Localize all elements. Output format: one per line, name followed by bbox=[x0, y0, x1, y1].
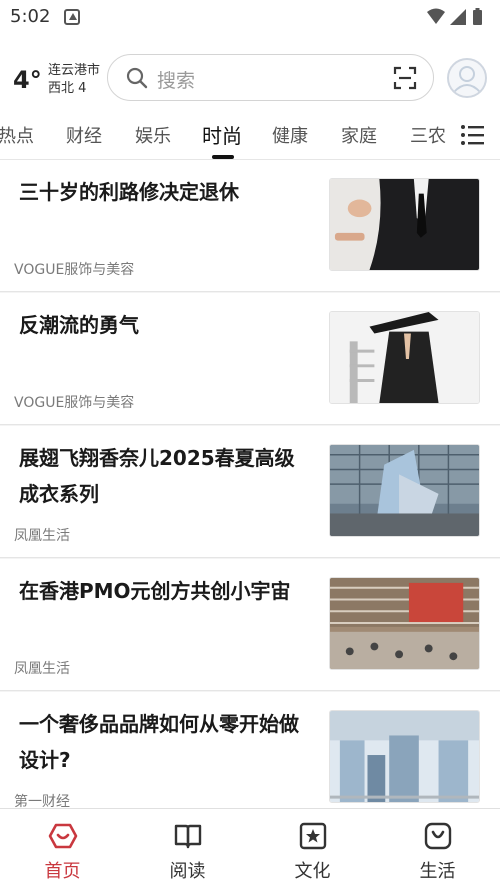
news-card[interactable]: 展翅飞翔香奈儿2025春夏高级成衣系列 凤凰生活 bbox=[0, 426, 500, 558]
signal-icon bbox=[450, 9, 466, 25]
news-title[interactable]: 三十岁的利路修决定退休 bbox=[19, 174, 309, 210]
nav-label: 生活 bbox=[419, 861, 456, 882]
weather-city[interactable]: 连云港市 bbox=[48, 62, 100, 79]
bag-icon bbox=[423, 821, 453, 851]
status-bar: 5:02 bbox=[0, 0, 500, 34]
tab-active-indicator bbox=[212, 155, 234, 159]
status-time: 5:02 bbox=[10, 6, 51, 27]
user-avatar-icon bbox=[449, 60, 485, 96]
bottom-nav: 首页 阅读 文化 生活 bbox=[0, 808, 500, 888]
book-icon bbox=[173, 821, 203, 851]
news-source: 凤凰生活 bbox=[14, 661, 70, 677]
tab-finance[interactable]: 财经 bbox=[66, 122, 102, 148]
news-title[interactable]: 在香港PMO元创方共创小宇宙 bbox=[19, 573, 309, 609]
scan-icon[interactable] bbox=[393, 66, 417, 94]
tab-hot[interactable]: 热点 bbox=[0, 122, 34, 148]
tab-health[interactable]: 健康 bbox=[272, 122, 308, 148]
search-icon bbox=[126, 67, 148, 93]
news-source: VOGUE服饰与美容 bbox=[14, 262, 135, 278]
nav-label: 首页 bbox=[44, 861, 81, 882]
news-feed[interactable]: 三十岁的利路修决定退休 VOGUE服饰与美容 反潮流的勇气 VOGUE服饰与美容 bbox=[0, 160, 500, 808]
category-tabs: 热点 财经 娱乐 时尚 健康 家庭 三农 bbox=[0, 110, 500, 160]
home-icon bbox=[48, 821, 78, 851]
nav-label: 文化 bbox=[294, 861, 331, 882]
nav-culture[interactable]: 文化 bbox=[250, 809, 375, 888]
news-thumbnail[interactable] bbox=[329, 444, 480, 537]
screen: 5:02 4° 连云港市 西北 4 搜索 热点 财经 娱乐 时尚 健康 家庭 三… bbox=[0, 0, 500, 888]
news-title[interactable]: 一个奢侈品品牌如何从零开始做设计? bbox=[19, 706, 309, 778]
status-icons bbox=[426, 7, 488, 27]
news-card[interactable]: 一个奢侈品品牌如何从零开始做设计? 第一财经 bbox=[0, 692, 500, 808]
nav-life[interactable]: 生活 bbox=[375, 809, 500, 888]
battery-icon bbox=[473, 8, 482, 25]
channel-menu-icon[interactable] bbox=[460, 124, 486, 150]
news-thumbnail[interactable] bbox=[329, 710, 480, 803]
news-thumbnail[interactable] bbox=[329, 311, 480, 404]
news-card[interactable]: 反潮流的勇气 VOGUE服饰与美容 bbox=[0, 293, 500, 425]
weather-temperature[interactable]: 4° bbox=[13, 66, 42, 94]
news-card[interactable]: 在香港PMO元创方共创小宇宙 凤凰生活 bbox=[0, 559, 500, 691]
avatar[interactable] bbox=[447, 58, 487, 98]
news-thumbnail[interactable] bbox=[329, 577, 480, 670]
search-placeholder: 搜索 bbox=[157, 70, 196, 92]
tab-entertainment[interactable]: 娱乐 bbox=[135, 122, 171, 148]
news-source: 凤凰生活 bbox=[14, 528, 70, 544]
news-title[interactable]: 展翅飞翔香奈儿2025春夏高级成衣系列 bbox=[19, 440, 309, 512]
nav-reading[interactable]: 阅读 bbox=[125, 809, 250, 888]
news-source: VOGUE服饰与美容 bbox=[14, 395, 135, 411]
news-card[interactable]: 三十岁的利路修决定退休 VOGUE服饰与美容 bbox=[0, 160, 500, 292]
tab-fashion[interactable]: 时尚 bbox=[202, 120, 242, 149]
tab-family[interactable]: 家庭 bbox=[341, 122, 377, 148]
wifi-icon bbox=[427, 8, 445, 24]
nav-home[interactable]: 首页 bbox=[0, 809, 125, 888]
nav-label: 阅读 bbox=[169, 861, 206, 882]
news-source: 第一财经 bbox=[14, 794, 70, 808]
news-thumbnail[interactable] bbox=[329, 178, 480, 271]
search-input[interactable]: 搜索 bbox=[107, 54, 434, 101]
weather-wind[interactable]: 西北 4 bbox=[48, 80, 86, 97]
top-header: 4° 连云港市 西北 4 搜索 bbox=[0, 48, 500, 106]
notification-icon bbox=[64, 9, 80, 25]
culture-icon bbox=[298, 821, 328, 851]
tab-agriculture[interactable]: 三农 bbox=[410, 122, 446, 148]
news-title[interactable]: 反潮流的勇气 bbox=[19, 307, 309, 343]
